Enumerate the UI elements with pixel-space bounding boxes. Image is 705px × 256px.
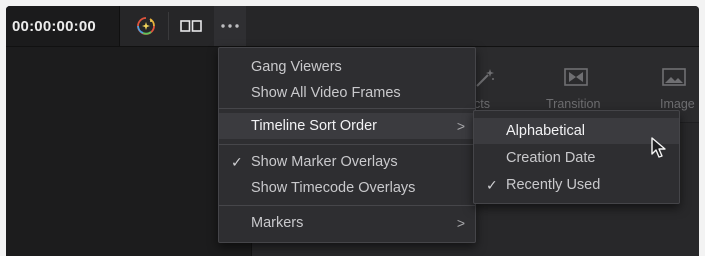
transition-tab-label: Transition	[546, 97, 601, 111]
mouse-pointer-icon	[651, 137, 666, 158]
menu-divider	[219, 205, 475, 206]
menu-divider	[219, 144, 475, 145]
menu-item-label: Show Marker Overlays	[251, 154, 398, 170]
options-menu: Gang Viewers Show All Video Frames Timel…	[218, 47, 476, 243]
menu-item-label: Show All Video Frames	[251, 85, 401, 101]
menu-item-label: Show Timecode Overlays	[251, 180, 416, 196]
menu-item-label: Markers	[251, 215, 304, 231]
chevron-right-icon: >	[456, 215, 465, 231]
submenu-item-label: Creation Date	[506, 150, 596, 166]
timecode-display[interactable]: 00:00:00:00	[6, 6, 120, 46]
toolbar-divider	[168, 12, 169, 40]
submenu-item-alphabetical[interactable]: Alphabetical	[474, 118, 679, 144]
color-viewer-button[interactable]	[128, 6, 164, 46]
timeline-sort-submenu: Alphabetical Creation Date ✓ Recently Us…	[473, 110, 680, 204]
menu-item-label: Timeline Sort Order	[251, 118, 377, 134]
image-icon	[662, 68, 686, 86]
menu-item-show-timecode-overlays[interactable]: Show Timecode Overlays	[219, 175, 475, 201]
submenu-item-recently-used[interactable]: ✓ Recently Used	[474, 172, 679, 198]
submenu-item-label: Recently Used	[506, 177, 601, 193]
menu-item-markers[interactable]: Markers >	[219, 210, 475, 236]
color-wheel-sparkle-icon	[137, 17, 155, 35]
timecode-value: 00:00:00:00	[12, 17, 96, 35]
checkmark-icon: ✓	[231, 153, 243, 170]
viewer-window: 00:00:00:00 Transition Image Gang Viewer…	[6, 6, 699, 256]
menu-item-show-all-video-frames[interactable]: Show All Video Frames	[219, 80, 475, 106]
menu-item-gang-viewers[interactable]: Gang Viewers	[219, 54, 475, 80]
submenu-item-creation-date[interactable]: Creation Date	[474, 145, 679, 171]
menu-divider	[219, 108, 475, 109]
submenu-item-label: Alphabetical	[506, 123, 585, 139]
viewer-toolbar: 00:00:00:00	[6, 6, 699, 47]
viewer-panel	[6, 47, 252, 256]
menu-item-label: Gang Viewers	[251, 59, 342, 75]
more-options-icon	[221, 24, 239, 28]
more-options-button[interactable]	[214, 6, 246, 46]
menu-item-timeline-sort-order[interactable]: Timeline Sort Order >	[219, 113, 475, 139]
transition-icon	[564, 68, 588, 86]
dual-viewer-icon	[180, 20, 202, 32]
dual-viewer-button[interactable]	[174, 6, 208, 46]
checkmark-icon: ✓	[486, 176, 498, 193]
chevron-right-icon: >	[456, 118, 465, 134]
image-tab-label: Image	[660, 97, 695, 111]
screenshot-frame: 00:00:00:00 Transition Image Gang Viewer…	[0, 0, 705, 256]
menu-item-show-marker-overlays[interactable]: ✓ Show Marker Overlays	[219, 149, 475, 175]
magic-wand-icon	[476, 69, 494, 87]
